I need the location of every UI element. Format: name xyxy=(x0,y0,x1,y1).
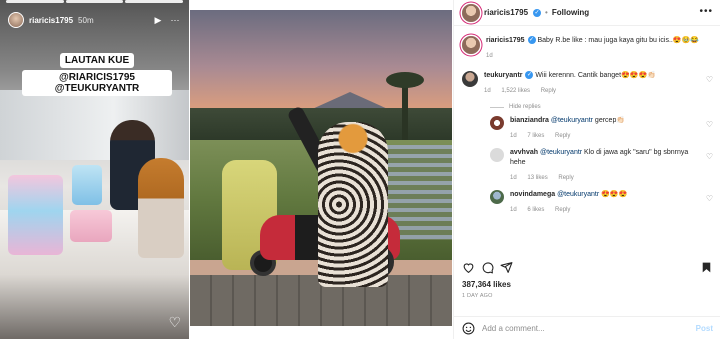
reply-mention[interactable]: @teukuryantr xyxy=(557,191,599,198)
verified-icon: ✓ xyxy=(527,36,536,45)
story-avatar[interactable] xyxy=(8,12,24,28)
reply-meta: 1d 13 likes Reply xyxy=(510,173,699,183)
caption-text: Baby R.be like : mau juga kaya gitu bu i… xyxy=(537,37,700,44)
comment-likes[interactable]: 1,522 likes xyxy=(501,88,530,94)
reply-meta: 1d 7 likes Reply xyxy=(510,131,699,141)
post-header: riaricis1795 ✓ • Following ••• xyxy=(454,0,720,26)
reply-avatar[interactable] xyxy=(490,116,504,130)
reply-body: novindamega @teukuryantr 😍😍😍 1d 6 likes … xyxy=(510,190,713,215)
emoji-icon[interactable] xyxy=(462,322,475,335)
screenshot-collage: riaricis1795 50m ▶ ⋯ LAUTAN KUE @RIARICI… xyxy=(0,0,720,339)
action-icons xyxy=(462,258,713,276)
reply-time: 1d xyxy=(510,207,517,213)
reply-likes[interactable]: 7 likes xyxy=(527,133,544,139)
separator-dot: • xyxy=(545,8,548,17)
story-kitchen-wall xyxy=(0,90,189,160)
reply-username[interactable]: bianziandra xyxy=(510,117,549,124)
post-actions: 387,364 likes 1 DAY AGO xyxy=(454,258,720,299)
heart-icon[interactable]: ♡ xyxy=(168,314,181,331)
comment-list[interactable]: riaricis1795 ✓ Baby R.be like : mau juga… xyxy=(454,28,720,254)
caption-time: 1d xyxy=(486,53,493,59)
more-options-icon[interactable]: ••• xyxy=(699,6,713,17)
comments-panel: riaricis1795 ✓ • Following ••• riaricis1… xyxy=(453,0,720,339)
reply-mention[interactable]: @teukuryantr xyxy=(540,149,582,156)
caption-meta: 1d xyxy=(486,51,699,61)
reply-item: avvhvah @teukuryantr Klo di jawa agk "sa… xyxy=(490,148,713,183)
commenter-avatar[interactable] xyxy=(462,71,478,87)
caption-username[interactable]: riaricis1795 xyxy=(486,37,525,44)
share-icon[interactable] xyxy=(500,261,513,274)
comment-text: Wiii kerennn. Cantik banget😍😍😍👏🏻 xyxy=(535,72,656,79)
post-date: 1 DAY AGO xyxy=(462,293,493,299)
reply-time: 1d xyxy=(510,133,517,139)
reply-button[interactable]: Reply xyxy=(555,207,570,213)
story-progress-segment xyxy=(65,0,124,3)
story-progress-segment xyxy=(6,0,64,3)
reply-button[interactable]: Reply xyxy=(555,133,570,139)
reply-meta: 1d 6 likes Reply xyxy=(510,205,699,215)
reply-username[interactable]: novindamega xyxy=(510,191,555,198)
story-cake-pink xyxy=(70,210,112,242)
story-caption: LAUTAN KUE @RIARICIS1795 @TEUKURYANTR xyxy=(22,50,172,97)
story-header: riaricis1795 50m ▶ ⋯ xyxy=(8,12,181,28)
likes-count[interactable]: 387,364 likes xyxy=(462,280,713,289)
comment-time: 1d xyxy=(484,88,491,94)
reply-item: bianziandra @teukuryantr gercep👏🏻 1d 7 l… xyxy=(490,116,713,141)
reply-heart-icon[interactable]: ♡ xyxy=(706,152,713,161)
reply-text: 😍😍😍 xyxy=(599,191,628,198)
reply-button[interactable]: Reply xyxy=(541,88,556,94)
reply-avatar[interactable] xyxy=(490,190,504,204)
comment-heart-icon[interactable]: ♡ xyxy=(706,75,713,84)
story-cake-small xyxy=(72,165,102,205)
reply-text: gercep👏🏻 xyxy=(592,117,626,124)
reply-item: novindamega @teukuryantr 😍😍😍 1d 6 likes … xyxy=(490,190,713,215)
hide-replies-line xyxy=(490,106,504,108)
caption-avatar[interactable] xyxy=(462,36,480,54)
author-username[interactable]: riaricis1795 xyxy=(484,8,528,17)
reply-button[interactable]: Reply xyxy=(558,175,573,181)
hide-replies-label[interactable]: Hide replies xyxy=(509,104,541,110)
reply-body: bianziandra @teukuryantr gercep👏🏻 1d 7 l… xyxy=(510,116,713,141)
post-image[interactable] xyxy=(190,10,452,326)
hide-replies-button[interactable]: Hide replies xyxy=(490,104,713,110)
comment-username[interactable]: teukuryantr xyxy=(484,72,523,79)
bookmark-icon[interactable] xyxy=(700,261,713,274)
comment-icon[interactable] xyxy=(481,261,494,274)
image-woman xyxy=(318,122,388,287)
comment-item: teukuryantr ✓ Wiii kerennn. Cantik bange… xyxy=(462,71,713,96)
post-caption: riaricis1795 ✓ Baby R.be like : mau juga… xyxy=(462,36,713,61)
post-comment-button[interactable]: Post xyxy=(696,324,713,333)
following-button[interactable]: Following xyxy=(552,8,589,17)
verified-icon: ✓ xyxy=(533,8,542,17)
reply-heart-icon[interactable]: ♡ xyxy=(706,194,713,203)
story-progress-segment xyxy=(125,0,184,3)
reply-username[interactable]: avvhvah xyxy=(510,149,538,156)
reply-mention[interactable]: @teukuryantr xyxy=(551,117,593,124)
reply-body: avvhvah @teukuryantr Klo di jawa agk "sa… xyxy=(510,148,713,183)
reply-heart-icon[interactable]: ♡ xyxy=(706,120,713,129)
reply-avatar-default[interactable] xyxy=(490,148,504,162)
story-cake-large xyxy=(8,175,63,255)
story-caption-line-2: @RIARICIS1795 @TEUKURYANTR xyxy=(22,70,172,96)
reply-likes[interactable]: 6 likes xyxy=(527,207,544,213)
verified-icon: ✓ xyxy=(525,71,534,80)
reply-likes[interactable]: 13 likes xyxy=(527,175,547,181)
story-time: 50m xyxy=(78,15,94,25)
more-icon[interactable]: ⋯ xyxy=(169,14,181,26)
story-progress-bar xyxy=(6,0,184,3)
story-caption-line-1: LAUTAN KUE xyxy=(59,53,135,68)
comment-input[interactable]: Add a comment... xyxy=(482,324,689,333)
reply-time: 1d xyxy=(510,175,517,181)
play-icon[interactable]: ▶ xyxy=(152,14,164,26)
story-panel[interactable]: riaricis1795 50m ▶ ⋯ LAUTAN KUE @RIARICI… xyxy=(0,0,189,339)
image-palm xyxy=(386,72,424,140)
caption-body: riaricis1795 ✓ Baby R.be like : mau juga… xyxy=(486,36,713,61)
story-person-woman xyxy=(138,158,184,258)
like-icon[interactable] xyxy=(462,261,475,274)
author-avatar[interactable] xyxy=(462,3,480,22)
add-comment-bar: Add a comment... Post xyxy=(454,316,720,339)
comment-body: teukuryantr ✓ Wiii kerennn. Cantik bange… xyxy=(484,71,713,96)
comment-meta: 1d 1,522 likes Reply xyxy=(484,86,699,96)
story-username[interactable]: riaricis1795 xyxy=(29,16,73,25)
